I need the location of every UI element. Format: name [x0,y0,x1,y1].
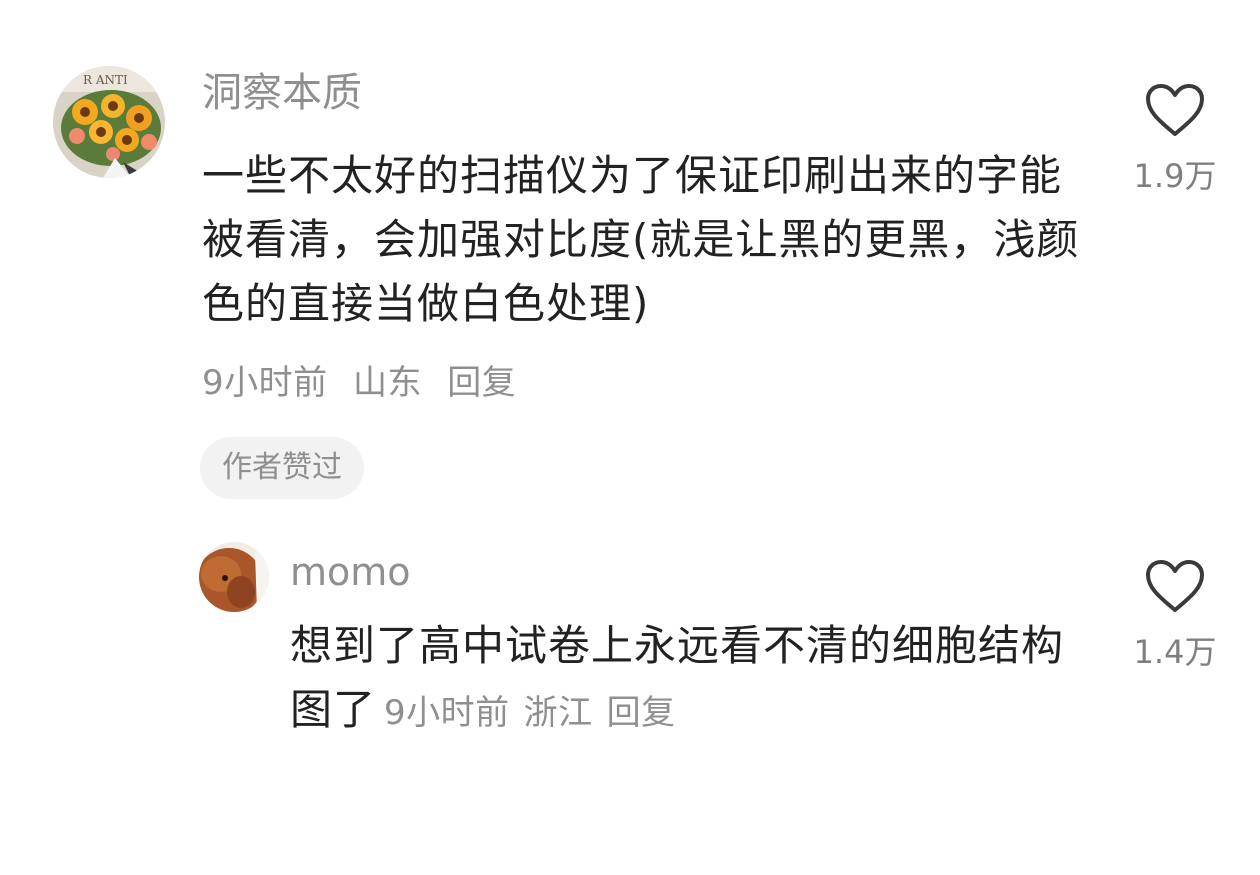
comment-like: 1.9万 [1120,82,1230,192]
reply-reply-button[interactable]: 回复 [607,693,676,733]
like-count: 1.9万 [1133,157,1217,195]
reply-text: 想到了高中试卷上永远看不清的细胞结构图了 9小时前 浙江 回复 [290,614,1080,745]
reply-username[interactable]: momo [290,553,411,591]
comment-username[interactable]: 洞察本质 [202,73,362,113]
reply-like: 1.4万 [1120,558,1230,668]
comment-time: 9小时前 [202,363,328,403]
sunflower-bouquet-avatar: R ANTI [53,66,165,178]
reply-location: 浙江 [523,693,593,733]
heart-outline-icon[interactable] [1144,82,1206,138]
reply-button[interactable]: 回复 [447,363,516,403]
heart-outline-icon[interactable] [1144,558,1206,614]
author-liked-badge: 作者赞过 [200,437,364,499]
reply-time: 9小时前 [384,693,510,733]
comment-text: 一些不太好的扫描仪为了保证印刷出来的字能被看清，会加强对比度(就是让黑的更黑，浅… [202,151,1080,328]
like-count: 1.4万 [1133,633,1217,671]
comment-item: R ANTI 洞察本质 一些不太好的扫描仪为了保证印刷出来的字能被看清，会加强对… [0,0,1260,510]
reply-meta: 9小时前 浙江 回复 [384,693,676,733]
reply-avatar[interactable] [199,542,269,612]
comment-location: 山东 [352,363,422,403]
svg-text:R ANTI: R ANTI [83,73,128,87]
dog-avatar [199,542,269,612]
reply-item: momo 想到了高中试卷上永远看不清的细胞结构图了 9小时前 浙江 回复 1.4万 [0,510,1260,875]
comment-meta: 9小时前 山东 回复 [202,366,516,400]
user-avatar[interactable]: R ANTI [53,66,165,178]
